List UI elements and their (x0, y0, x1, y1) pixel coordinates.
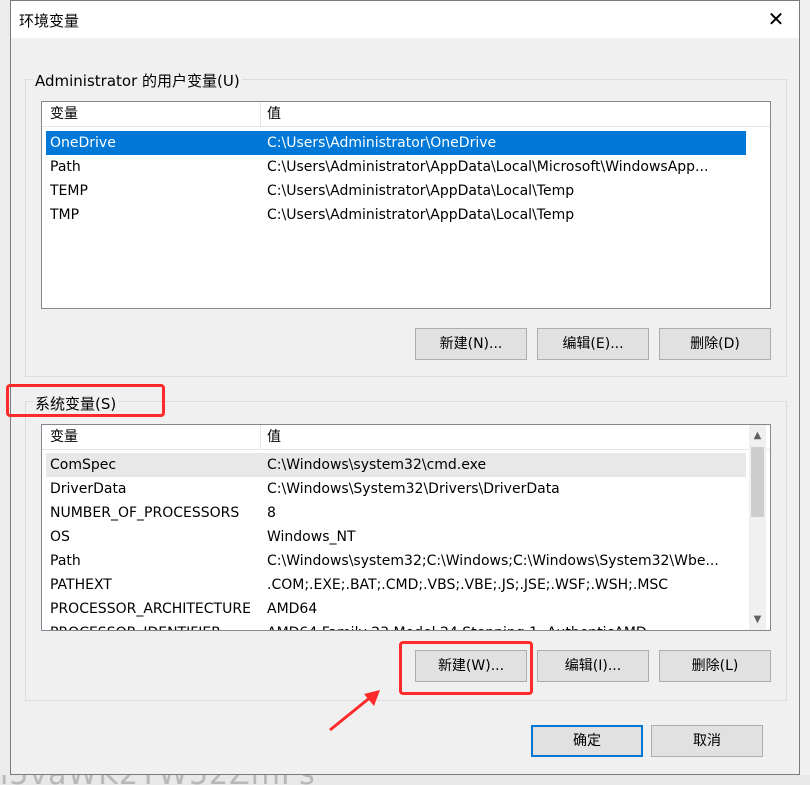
variable-value: C:\Users\Administrator\AppData\Local\Mic… (267, 159, 709, 175)
scrollbar-thumb[interactable] (751, 447, 764, 517)
table-row[interactable]: PROCESSOR_IDENTIFIER AMD64 Family 23 Mod… (46, 621, 746, 630)
user-variables-legend: Administrator 的用户变量(U) (33, 70, 242, 91)
variable-name: ComSpec (50, 457, 117, 473)
variable-name: NUMBER_OF_PROCESSORS (50, 505, 240, 521)
table-row[interactable]: NUMBER_OF_PROCESSORS 8 (46, 501, 746, 525)
variable-name: TEMP (50, 183, 88, 199)
ok-button[interactable]: 确定 (531, 725, 643, 757)
variable-value: C:\Users\Administrator\AppData\Local\Tem… (267, 183, 575, 199)
table-row[interactable]: OneDrive C:\Users\Administrator\OneDrive (46, 131, 746, 155)
close-icon[interactable]: ✕ (761, 5, 791, 33)
table-row[interactable]: DriverData C:\Windows\System32\Drivers\D… (46, 477, 746, 501)
table-row[interactable]: Path C:\Windows\system32;C:\Windows;C:\W… (46, 549, 746, 573)
variable-value: .COM;.EXE;.BAT;.CMD;.VBS;.VBE;.JS;.JSE;.… (267, 577, 669, 593)
user-delete-button[interactable]: 删除(D) (659, 328, 771, 360)
system-variables-header: 变量 值 (42, 425, 770, 450)
variable-name: OS (50, 529, 70, 545)
variable-value: AMD64 (267, 601, 318, 617)
user-new-button[interactable]: 新建(N)... (415, 328, 527, 360)
variable-value: AMD64 Family 23 Model 24 Stepping 1, Aut… (267, 621, 647, 630)
user-variables-list[interactable]: 变量 值 OneDrive C:\Users\Administrator\One… (41, 101, 771, 309)
variable-value: C:\Windows\system32\cmd.exe (267, 457, 487, 473)
variable-value: Windows_NT (267, 529, 356, 545)
variable-name: Path (50, 159, 81, 175)
column-header-value[interactable]: 值 (261, 425, 281, 449)
variable-value: C:\Users\Administrator\OneDrive (267, 135, 497, 151)
background-window-bottom: l5vaWK2YW52ZmFs (0, 775, 810, 785)
variable-name: PROCESSOR_ARCHITECTURE (50, 601, 251, 617)
variable-value: 8 (267, 505, 276, 521)
highlight-box-new-button (399, 641, 533, 695)
cancel-button[interactable]: 取消 (651, 725, 763, 757)
variable-name: TMP (50, 207, 80, 223)
table-row[interactable]: OS Windows_NT (46, 525, 746, 549)
variable-value: C:\Users\Administrator\AppData\Local\Tem… (267, 207, 575, 223)
column-header-variable[interactable]: 变量 (44, 425, 78, 449)
table-row[interactable]: Path C:\Users\Administrator\AppData\Loca… (46, 155, 746, 179)
user-edit-button[interactable]: 编辑(E)... (537, 328, 649, 360)
system-delete-button[interactable]: 删除(L) (659, 650, 771, 682)
table-row[interactable]: TEMP C:\Users\Administrator\AppData\Loca… (46, 179, 746, 203)
window-title: 环境变量 (19, 12, 80, 30)
variable-name: OneDrive (50, 135, 116, 151)
variable-value: C:\Windows\system32;C:\Windows;C:\Window… (267, 553, 719, 569)
table-row[interactable]: PROCESSOR_ARCHITECTURE AMD64 (46, 597, 746, 621)
variable-name: DriverData (50, 481, 127, 497)
background-window-edge-right (800, 0, 810, 785)
table-row[interactable]: TMP C:\Users\Administrator\AppData\Local… (46, 203, 746, 227)
variable-name: PATHEXT (50, 577, 112, 593)
table-row[interactable]: PATHEXT .COM;.EXE;.BAT;.CMD;.VBS;.VBE;.J… (46, 573, 746, 597)
vertical-scrollbar[interactable]: ▲ ▼ (749, 425, 766, 630)
highlight-box-system-variables (6, 384, 165, 417)
background-partial-text: l5vaWK2YW52ZmFs (0, 775, 316, 785)
system-edit-button[interactable]: 编辑(I)... (537, 650, 649, 682)
variable-name: Path (50, 553, 81, 569)
variable-name: PROCESSOR_IDENTIFIER (50, 621, 221, 630)
up-arrow-icon[interactable]: ▲ (749, 427, 766, 444)
system-variables-list[interactable]: 变量 值 ComSpec C:\Windows\system32\cmd.exe… (41, 424, 771, 631)
column-header-variable[interactable]: 变量 (44, 102, 78, 126)
column-header-value[interactable]: 值 (261, 102, 281, 126)
annotation-arrow-icon (329, 690, 380, 732)
down-arrow-icon[interactable]: ▼ (749, 611, 766, 628)
table-row[interactable]: ComSpec C:\Windows\system32\cmd.exe (46, 453, 746, 477)
user-variables-header: 变量 值 (42, 102, 770, 127)
variable-value: C:\Windows\System32\Drivers\DriverData (267, 481, 560, 497)
title-bar: 环境变量 ✕ (11, 1, 799, 38)
